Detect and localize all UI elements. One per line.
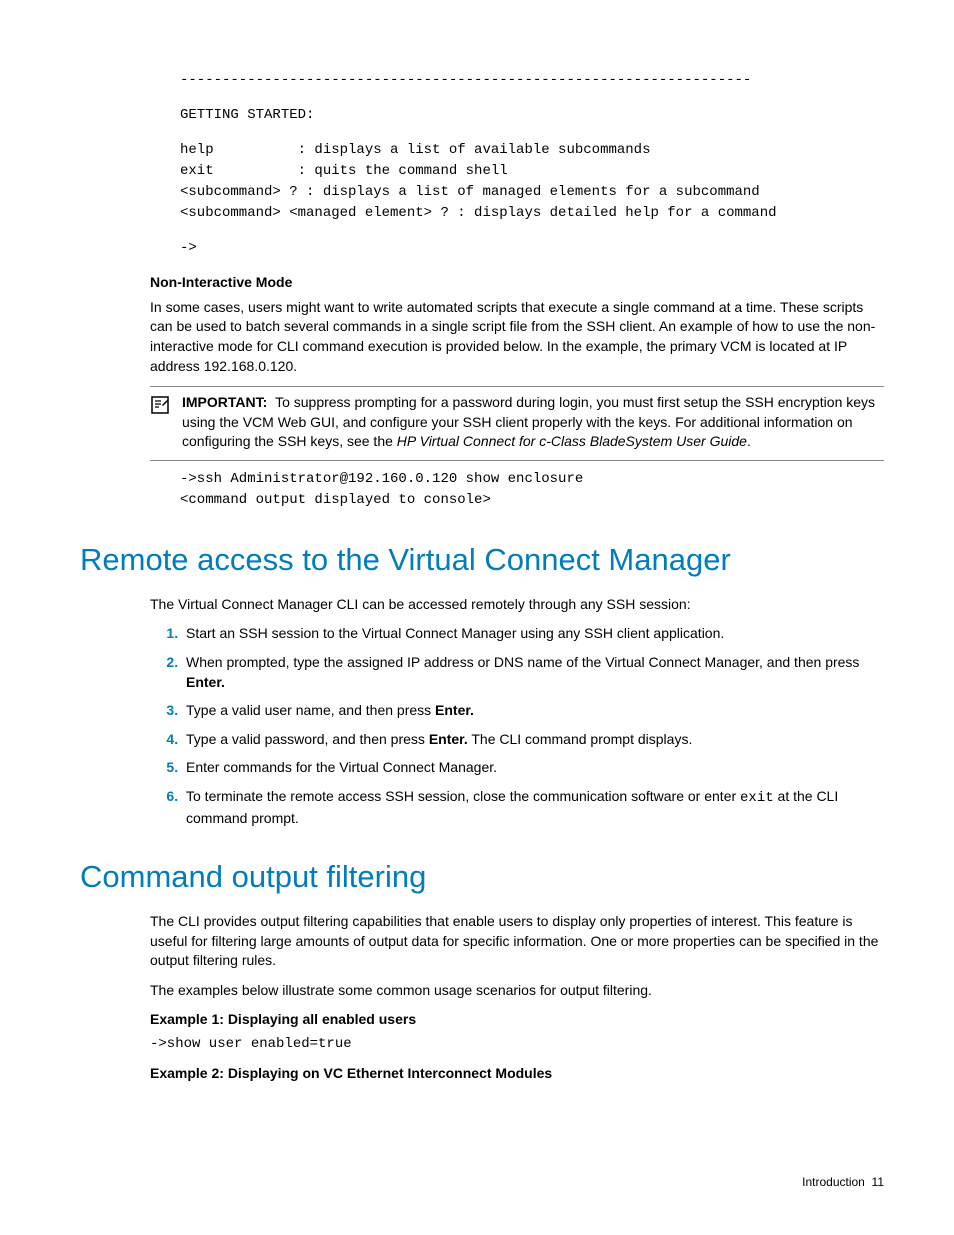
step-2: When prompted, type the assigned IP addr…	[182, 653, 884, 692]
step-6: To terminate the remote access SSH sessi…	[182, 787, 884, 828]
terminal-heading: GETTING STARTED:	[180, 105, 884, 126]
filtering-para2: The examples below illustrate some commo…	[150, 981, 884, 1001]
noninteractive-paragraph: In some cases, users might want to write…	[150, 298, 884, 376]
example1-code: ->show user enabled=true	[150, 1035, 884, 1054]
ssh-example-code: ->ssh Administrator@192.160.0.120 show e…	[180, 469, 884, 511]
filtering-para1: The CLI provides output filtering capabi…	[150, 912, 884, 971]
important-text: IMPORTANT: To suppress prompting for a p…	[176, 393, 884, 452]
example2-heading: Example 2: Displaying on VC Ethernet Int…	[150, 1064, 884, 1083]
remote-steps-list: Start an SSH session to the Virtual Conn…	[150, 624, 884, 828]
document-page: ----------------------------------------…	[0, 0, 954, 1235]
example1-heading: Example 1: Displaying all enabled users	[150, 1010, 884, 1029]
step-4: Type a valid password, and then press En…	[182, 730, 884, 750]
remote-intro: The Virtual Connect Manager CLI can be a…	[150, 595, 884, 615]
filtering-title: Command output filtering	[80, 856, 884, 898]
noninteractive-heading: Non-Interactive Mode	[150, 273, 884, 292]
terminal-rows: help : displays a list of available subc…	[180, 140, 884, 224]
step-3: Type a valid user name, and then press E…	[182, 701, 884, 721]
important-icon	[150, 393, 176, 452]
important-note: IMPORTANT: To suppress prompting for a p…	[150, 386, 884, 461]
remote-access-title: Remote access to the Virtual Connect Man…	[80, 539, 884, 581]
step-1: Start an SSH session to the Virtual Conn…	[182, 624, 884, 644]
page-footer: Introduction 11	[802, 1174, 884, 1190]
terminal-divider: ----------------------------------------…	[180, 70, 884, 91]
step-5: Enter commands for the Virtual Connect M…	[182, 758, 884, 778]
terminal-prompt: ->	[180, 238, 884, 259]
